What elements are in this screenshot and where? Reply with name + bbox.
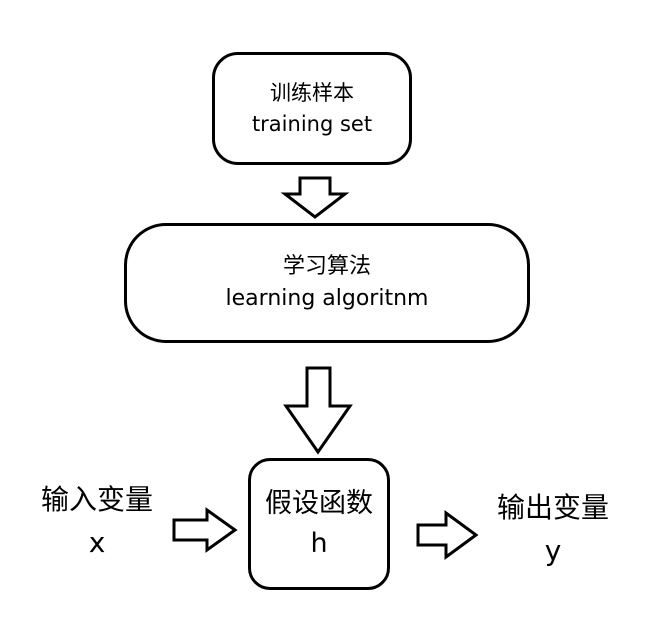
hypothesis-box: 假设函数 h	[248, 458, 390, 590]
learning-algorithm-label-zh: 学习算法	[282, 254, 371, 280]
learning-algorithm-box: 学习算法 learning algoritnm	[124, 223, 530, 343]
hypothesis-symbol: h	[310, 528, 328, 559]
output-symbol: y	[544, 534, 562, 568]
training-set-label-zh: 训练样本	[270, 81, 354, 106]
input-symbol: x	[88, 526, 106, 560]
down-arrow-icon	[283, 366, 353, 455]
input-variable: 输入变量 x	[22, 478, 172, 565]
input-label-zh: 输入变量	[40, 483, 153, 516]
right-arrow-icon	[172, 507, 238, 553]
output-variable: 输出变量 y	[478, 486, 628, 573]
right-arrow-icon	[416, 510, 479, 560]
training-set-box: 训练样本 training set	[212, 52, 412, 165]
hypothesis-label-zh: 假设函数	[265, 487, 373, 519]
down-arrow-icon	[280, 176, 350, 219]
output-label-zh: 输出变量	[496, 491, 609, 524]
training-set-label-en: training set	[251, 111, 373, 136]
learning-algorithm-label-en: learning algoritnm	[225, 286, 429, 311]
